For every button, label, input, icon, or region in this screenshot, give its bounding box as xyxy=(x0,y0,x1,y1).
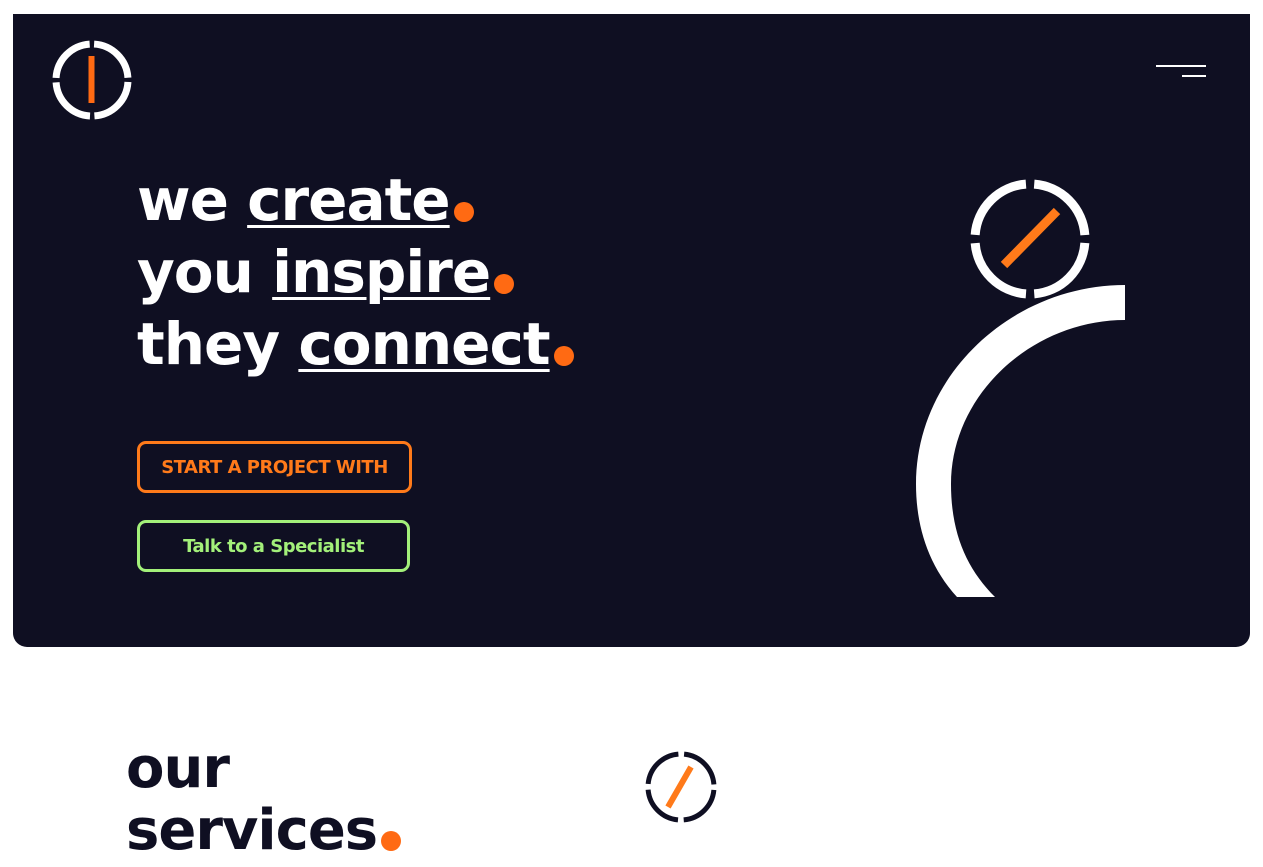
talk-specialist-button[interactable]: Talk to a Specialist xyxy=(137,520,410,572)
services-title-line-2: services xyxy=(126,798,402,863)
ring-slash-icon xyxy=(643,749,719,825)
headline-lead-2: you xyxy=(137,238,254,306)
orange-dot-icon xyxy=(381,831,402,851)
headline-lead-1: we xyxy=(137,166,229,234)
logo-icon[interactable] xyxy=(51,39,133,121)
orange-dot-icon xyxy=(494,274,515,294)
hamburger-menu-icon[interactable] xyxy=(1153,61,1209,85)
hero-section: we create you inspire they connect START… xyxy=(13,14,1250,647)
orange-dot-icon xyxy=(553,346,574,366)
orange-dot-icon xyxy=(453,202,474,222)
headline-line-3: they connect xyxy=(137,308,574,380)
services-title-word: services xyxy=(126,798,378,863)
headline-lead-3: they xyxy=(137,310,280,378)
ring-slash-icon xyxy=(968,177,1092,301)
menu-bar-bottom xyxy=(1182,75,1206,77)
headline-emphasis-inspire: inspire xyxy=(272,238,491,306)
headline-line-2: you inspire xyxy=(137,236,574,308)
menu-bar-top xyxy=(1156,65,1206,67)
headline-emphasis-connect: connect xyxy=(298,310,550,378)
start-project-button[interactable]: START A PROJECT WITH xyxy=(137,441,412,493)
services-title: our services xyxy=(126,736,402,863)
headline-emphasis-create: create xyxy=(247,166,451,234)
services-title-line-1: our xyxy=(126,736,230,801)
hero-headline: we create you inspire they connect xyxy=(137,164,574,380)
white-arc-shape xyxy=(913,284,1133,604)
headline-line-1: we create xyxy=(137,164,574,236)
